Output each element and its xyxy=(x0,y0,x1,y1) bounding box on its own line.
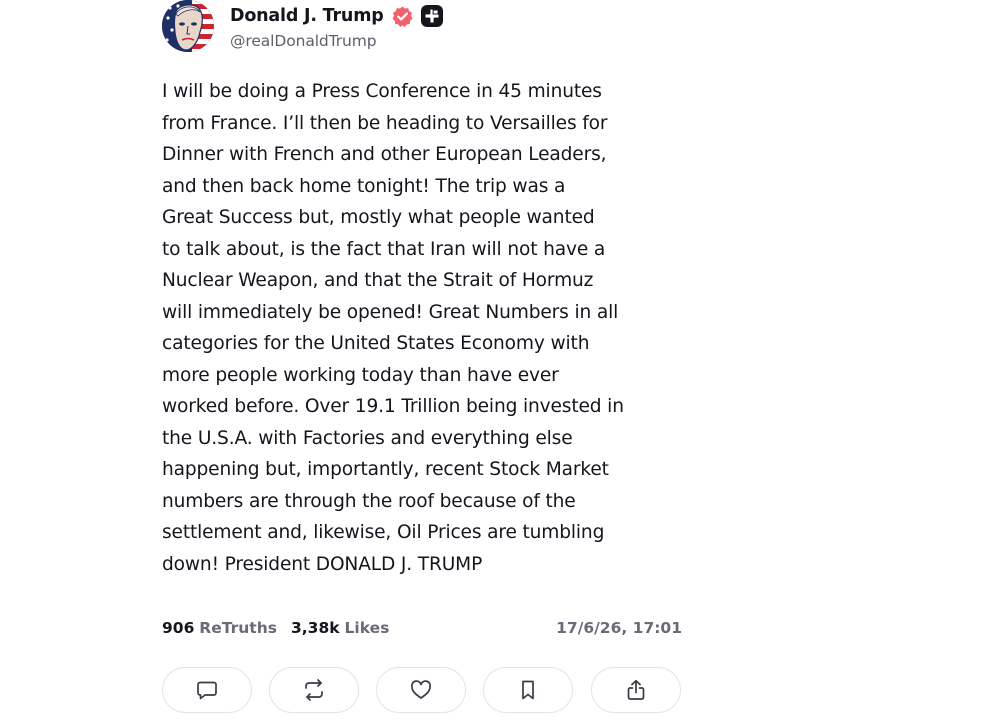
post-text-line: categories for the United States Economy… xyxy=(162,333,590,354)
action-bar xyxy=(162,667,684,715)
avatar[interactable] xyxy=(162,0,214,52)
post-text-line: numbers are through the roof because of … xyxy=(162,490,576,512)
post-text-line: to talk about, is the fact that Iran wil… xyxy=(162,238,606,260)
retruths-stat[interactable]: 906 ReTruths xyxy=(162,619,277,637)
retruth-button[interactable] xyxy=(269,667,359,713)
share-button[interactable] xyxy=(591,667,681,713)
post-text-line: and then back home tonight! The trip was… xyxy=(162,175,566,197)
bookmark-button[interactable] xyxy=(483,667,573,713)
verified-badge-icon xyxy=(392,5,413,27)
repost-icon xyxy=(305,679,323,701)
display-name[interactable]: Donald J. Trump xyxy=(230,6,384,26)
post-text-line: I will be doing a Press Conference in 45… xyxy=(162,81,602,102)
likes-count: 3,38k xyxy=(291,619,340,637)
comment-icon xyxy=(197,681,217,700)
post-body: I will be doing a Press Conference in 45… xyxy=(162,76,684,580)
heart-icon xyxy=(410,680,432,699)
post-text-line: more people working today than have ever xyxy=(162,364,559,386)
post-text-line: down! President DONALD J. TRUMP xyxy=(162,553,483,575)
post-text-line: happening but, importantly, recent Stock… xyxy=(162,459,609,480)
post-text-line: Great Success but, mostly what people wa… xyxy=(162,207,595,228)
post-text-line: will immediately be opened! Great Number… xyxy=(162,301,619,323)
post-text-line: settlement and, likewise, Oil Prices are… xyxy=(162,522,605,543)
post-header: Donald J. Trump @realDonaldTrump xyxy=(162,0,684,54)
post-text-line: worked before. Over 19.1 Trillion being … xyxy=(162,396,624,417)
retruths-label: ReTruths xyxy=(199,619,277,637)
avatar-image xyxy=(162,0,214,52)
bookmark-icon xyxy=(522,680,534,700)
retruths-count: 906 xyxy=(162,619,195,637)
share-icon xyxy=(627,679,645,700)
likes-label: Likes xyxy=(344,619,390,637)
reply-button[interactable] xyxy=(162,667,252,713)
post-text-line: Dinner with French and other European Le… xyxy=(162,144,607,165)
post-text-line: Nuclear Weapon, and that the Strait of H… xyxy=(162,270,594,291)
post-text-line: the U.S.A. with Factories and everything… xyxy=(162,427,573,449)
name-row: Donald J. Trump xyxy=(230,3,444,29)
post-stats: 906 ReTruths 3,38k Likes 17/6/26, 17:01 xyxy=(162,619,682,643)
like-button[interactable] xyxy=(376,667,466,713)
likes-stat[interactable]: 3,38k Likes xyxy=(291,619,389,637)
user-handle[interactable]: @realDonaldTrump xyxy=(230,32,377,50)
post-timestamp[interactable]: 17/6/26, 17:01 xyxy=(556,619,682,637)
subscribe-plus-icon[interactable] xyxy=(420,4,444,28)
post-text-line: from France. I’ll then be heading to Ver… xyxy=(162,112,608,134)
